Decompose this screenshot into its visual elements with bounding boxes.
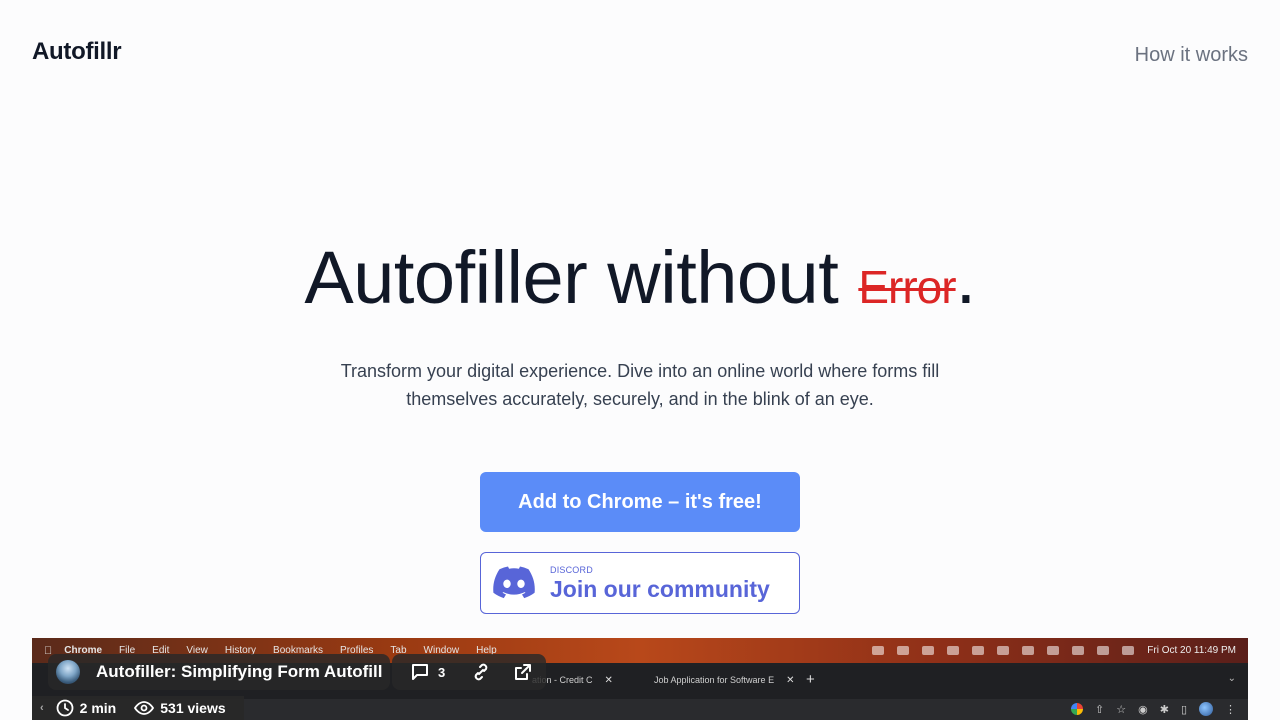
status-icon — [1122, 646, 1135, 655]
hero-subtitle: Transform your digital experience. Dive … — [340, 361, 940, 409]
chevron-left-icon: ‹ — [40, 702, 44, 714]
link-icon[interactable] — [471, 662, 491, 682]
hero-title-dot: . — [955, 236, 977, 319]
add-to-chrome-button[interactable]: Add to Chrome – it's free! — [480, 472, 800, 532]
hero-title: Autofiller without Error. — [0, 236, 1280, 329]
nav-how-it-works[interactable]: How it works — [1135, 44, 1248, 67]
status-icon — [1097, 646, 1110, 655]
sidepanel-icon: ▯ — [1180, 703, 1187, 716]
status-icon — [947, 646, 960, 655]
discord-icon — [493, 566, 535, 599]
browser-tab: Job Application for Software E ✕ — [654, 675, 794, 686]
menubar-status-icons: Fri Oct 20 11:49 PM — [872, 638, 1236, 663]
video-actions: 3 — [392, 654, 546, 690]
puzzle-icon: ✱ — [1159, 703, 1169, 716]
hero-title-strike: Error — [858, 261, 956, 313]
eye-icon — [134, 701, 155, 715]
status-icon — [1022, 646, 1035, 655]
status-icon — [1047, 646, 1060, 655]
demo-video[interactable]:  Chrome File Edit View History Bookmark… — [32, 638, 1248, 720]
video-meta: ‹ 2 min 531 views — [32, 696, 244, 720]
profile-avatar — [1199, 702, 1213, 716]
logo[interactable]: Autofillr — [32, 38, 122, 66]
status-icon — [972, 646, 985, 655]
status-icon — [872, 646, 885, 655]
status-icon — [997, 646, 1010, 655]
duration-text: 2 min — [79, 700, 117, 716]
duration: 2 min — [56, 699, 117, 717]
share-icon: ⇧ — [1095, 703, 1105, 716]
status-icon — [922, 646, 935, 655]
video-title-bar[interactable]: Autofiller: Simplifying Form Autofill — [48, 654, 391, 690]
close-icon: ✕ — [786, 675, 795, 686]
discord-big-label: Join our community — [550, 576, 770, 602]
star-icon: ☆ — [1116, 703, 1127, 716]
browser-tab-label: Job Application for Software E — [654, 675, 775, 685]
plus-icon: + — [806, 671, 815, 688]
views-text: 531 views — [160, 700, 226, 716]
video-avatar — [56, 660, 80, 684]
discord-small-label: DISCORD — [550, 565, 593, 575]
video-title[interactable]: Autofiller: Simplifying Form Autofill — [96, 662, 382, 682]
comments-count: 3 — [438, 664, 446, 680]
clock-icon — [56, 699, 74, 717]
google-icon — [1071, 703, 1084, 715]
extension-icon: ◉ — [1138, 703, 1148, 716]
hero-title-main: Autofiller without — [304, 236, 859, 319]
menubar-clock: Fri Oct 20 11:49 PM — [1147, 645, 1236, 656]
external-link-icon[interactable] — [513, 662, 533, 682]
status-icon — [1072, 646, 1085, 655]
chevron-down-icon: ⌄ — [1227, 673, 1236, 684]
comment-icon[interactable] — [410, 662, 430, 682]
more-icon: ⋮ — [1225, 703, 1236, 716]
status-icon — [897, 646, 910, 655]
close-icon: ✕ — [604, 675, 613, 686]
views: 531 views — [134, 700, 226, 716]
discord-join-button[interactable]: DISCORD Join our community — [480, 552, 800, 614]
